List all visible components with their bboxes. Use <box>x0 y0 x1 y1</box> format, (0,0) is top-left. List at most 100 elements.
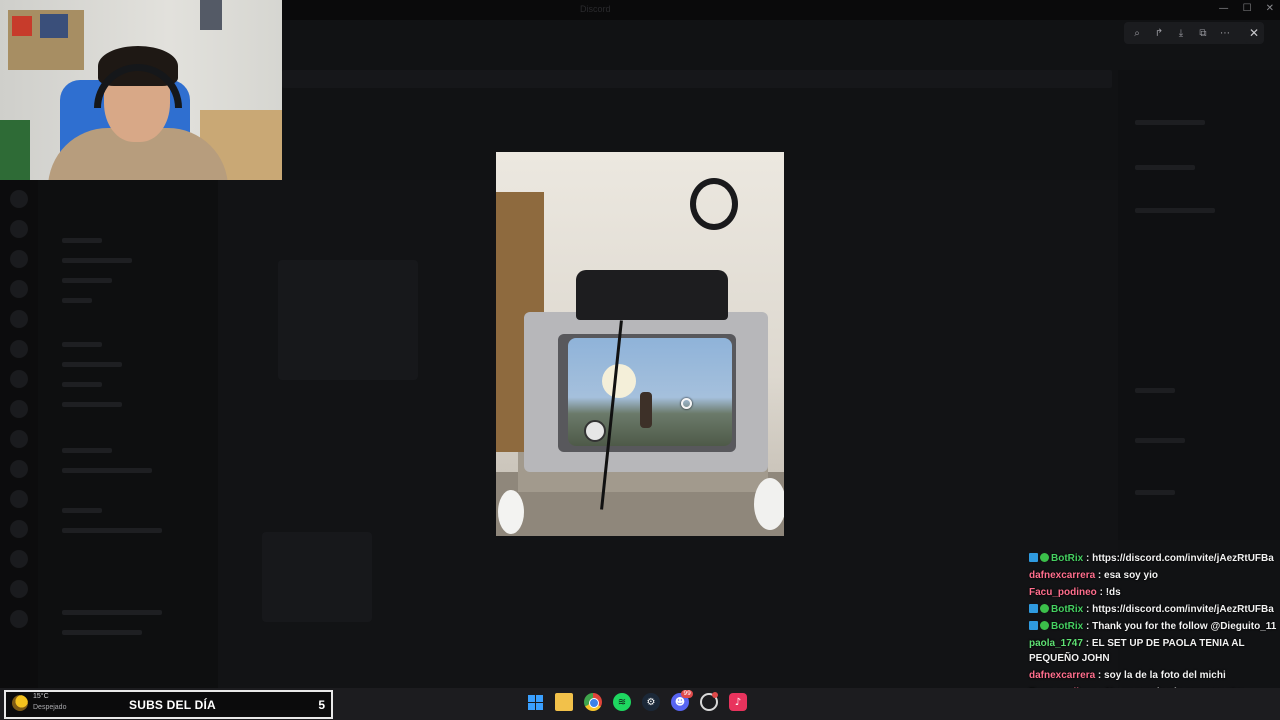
chat-username[interactable]: BotRix <box>1051 604 1083 615</box>
chat-text: https://discord.com/invite/jAezRtUFBa <box>1092 553 1274 564</box>
zoom-icon[interactable]: ⌕ <box>1130 26 1144 40</box>
discord-icon[interactable]: ☻ 99 <box>671 690 693 711</box>
chat-text: !ds <box>1105 587 1121 598</box>
verified-badge-icon <box>1040 604 1049 613</box>
channel-item[interactable] <box>62 528 162 533</box>
close-window-button[interactable]: ✕ <box>1266 3 1274 15</box>
member-item[interactable] <box>1135 208 1215 213</box>
server-icon[interactable] <box>10 460 28 478</box>
chat-username[interactable]: paola_1747 <box>1029 638 1083 649</box>
chat-message: BotRix : https://discord.com/invite/jAez… <box>1029 550 1275 567</box>
member-list <box>1118 70 1280 540</box>
weather-temp: 15°C <box>33 693 49 700</box>
bot-badge-icon <box>1029 621 1038 630</box>
server-icon[interactable] <box>10 190 28 208</box>
chat-separator: : <box>1083 553 1093 564</box>
chrome-icon[interactable] <box>584 693 602 711</box>
window-controls: — ☐ ✕ <box>1219 3 1274 15</box>
taskbar-apps: ≋ ⚙ ☻ 99 ♪ <box>526 690 747 711</box>
server-icon[interactable] <box>10 580 28 598</box>
chat-username[interactable]: dafnexcarrera <box>1029 570 1095 581</box>
server-icon[interactable] <box>10 520 28 538</box>
chat-separator: : <box>1083 621 1093 632</box>
tiktok-icon[interactable]: ♪ <box>729 693 747 711</box>
server-icon[interactable] <box>10 310 28 328</box>
channel-item[interactable] <box>62 448 112 453</box>
server-icon[interactable] <box>10 220 28 238</box>
windows-start-icon[interactable] <box>526 693 544 711</box>
subs-count: 5 <box>318 698 325 712</box>
verified-badge-icon <box>1040 621 1049 630</box>
channel-item[interactable] <box>62 630 142 635</box>
member-item[interactable] <box>1135 120 1205 125</box>
server-icon[interactable] <box>10 340 28 358</box>
window-title: Discord <box>580 4 611 14</box>
chat-message: Facu_podineo : !ds <box>1029 584 1275 601</box>
steam-icon[interactable]: ⚙ <box>642 693 660 711</box>
member-item[interactable] <box>1135 388 1175 393</box>
chat-text: https://discord.com/invite/jAezRtUFBa <box>1092 604 1274 615</box>
chat-separator: : <box>1082 638 1092 649</box>
chat-separator: : <box>1083 604 1093 615</box>
poster <box>200 0 222 30</box>
server-icon[interactable] <box>10 610 28 628</box>
game-radar <box>584 420 606 442</box>
member-item[interactable] <box>1135 438 1185 443</box>
chat-separator: : <box>1096 587 1106 598</box>
channel-item[interactable] <box>62 468 152 473</box>
chat-text: esa soy yio <box>1104 570 1158 581</box>
image-preview[interactable] <box>496 152 784 536</box>
server-icon[interactable] <box>10 550 28 568</box>
channel-item[interactable] <box>62 238 102 243</box>
open-external-icon[interactable]: ⧉ <box>1196 26 1210 40</box>
weather-widget[interactable]: 15°C Despejado <box>10 693 80 715</box>
message-attachment[interactable] <box>278 260 418 380</box>
game-console <box>576 270 728 320</box>
maximize-button[interactable]: ☐ <box>1243 3 1252 15</box>
channel-item[interactable] <box>62 362 122 367</box>
chat-message: dafnexcarrera : soy la de la foto del mi… <box>1029 667 1275 684</box>
app-icon[interactable] <box>700 692 718 711</box>
channel-item[interactable] <box>62 298 92 303</box>
server-icon[interactable] <box>10 430 28 448</box>
chat-text: soy la de la foto del michi <box>1104 670 1226 681</box>
channel-item[interactable] <box>62 342 102 347</box>
more-icon[interactable]: ⋯ <box>1218 26 1232 40</box>
chat-username[interactable]: dafnexcarrera <box>1029 670 1095 681</box>
close-viewer-button[interactable]: ✕ <box>1244 23 1264 43</box>
server-icon[interactable] <box>10 370 28 388</box>
chat-message: dafnexcarrera : esa soy yio <box>1029 567 1275 584</box>
member-item[interactable] <box>1135 490 1175 495</box>
chat-message: paola_1747 : EL SET UP DE PAOLA TENIA AL… <box>1029 636 1275 666</box>
chat-message: BotRix : Thank you for the follow @Diegu… <box>1029 618 1277 635</box>
server-list <box>0 180 38 688</box>
spotify-icon[interactable]: ≋ <box>613 693 631 711</box>
webcam-overlay <box>0 0 282 180</box>
channel-item[interactable] <box>62 402 122 407</box>
bot-badge-icon <box>1029 553 1038 562</box>
channel-item[interactable] <box>62 382 102 387</box>
chat-username[interactable]: BotRix <box>1051 553 1083 564</box>
server-icon[interactable] <box>10 490 28 508</box>
member-item[interactable] <box>1135 165 1195 170</box>
message-attachment[interactable] <box>262 532 372 622</box>
server-icon[interactable] <box>10 250 28 268</box>
download-icon[interactable]: ⤓ <box>1174 26 1188 40</box>
image-viewer-toolbar: ⌕ ↱ ⤓ ⧉ ⋯ <box>1124 22 1264 44</box>
minimize-button[interactable]: — <box>1219 3 1229 15</box>
chat-username[interactable]: BotRix <box>1051 621 1083 632</box>
chat-username[interactable]: Facu_podineo <box>1029 587 1097 598</box>
chat-text: Thank you for the follow @Dieguito_11 <box>1092 621 1277 632</box>
channel-item[interactable] <box>62 508 102 513</box>
channel-item[interactable] <box>62 278 112 283</box>
weather-sun-icon <box>12 695 28 711</box>
share-icon[interactable]: ↱ <box>1152 26 1166 40</box>
server-icon[interactable] <box>10 280 28 298</box>
file-explorer-icon[interactable] <box>555 693 573 711</box>
zoom-cursor-icon <box>681 398 692 409</box>
plant <box>0 120 30 180</box>
server-icon[interactable] <box>10 400 28 418</box>
channel-item[interactable] <box>62 610 162 615</box>
subs-label: SUBS DEL DÍA <box>129 698 216 712</box>
channel-item[interactable] <box>62 258 132 263</box>
